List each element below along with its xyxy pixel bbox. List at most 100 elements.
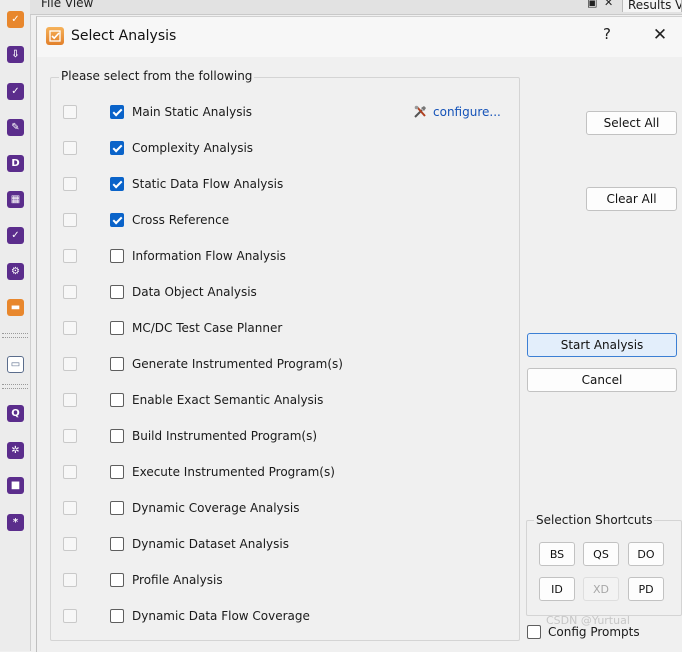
option-secondary-checkbox (63, 213, 77, 227)
analysis-option-row[interactable]: Execute Instrumented Program(s) (37, 462, 517, 484)
download-icon[interactable]: ⇩ (7, 46, 24, 63)
analysis-option-row[interactable]: Generate Instrumented Program(s) (37, 354, 517, 376)
option-secondary-checkbox (63, 429, 77, 443)
eraser-icon[interactable]: ▬ (7, 299, 24, 316)
config-prompts-label: Config Prompts (548, 625, 640, 639)
pane-close-icon[interactable]: ✕ (604, 0, 613, 9)
option-checkbox[interactable] (110, 429, 124, 443)
shortcut-button-do[interactable]: DO (628, 542, 664, 566)
option-secondary-checkbox (63, 609, 77, 623)
option-label: Execute Instrumented Program(s) (132, 465, 335, 479)
dialog-titlebar: Select Analysis ? ✕ (37, 17, 682, 57)
option-label: Build Instrumented Program(s) (132, 429, 318, 443)
option-checkbox[interactable] (110, 465, 124, 479)
option-secondary-checkbox (63, 321, 77, 335)
analysis-option-row[interactable]: Build Instrumented Program(s) (37, 426, 517, 448)
help-button[interactable]: ? (597, 25, 617, 47)
option-secondary-checkbox (63, 465, 77, 479)
option-label: MC/DC Test Case Planner (132, 321, 283, 335)
option-label: Main Static Analysis (132, 105, 253, 119)
analysis-option-row[interactable]: Dynamic Coverage Analysis (37, 498, 517, 520)
left-toolbar: ✓ ⇩ ✓ ✎ D ▦ ✓ ⚙ ▬ ▭ Q ✲ ■ * (0, 0, 31, 651)
option-label: Enable Exact Semantic Analysis (132, 393, 324, 407)
option-checkbox[interactable] (110, 537, 124, 551)
background-pane-header (30, 0, 682, 15)
cancel-button[interactable]: Cancel (527, 368, 677, 392)
analysis-option-row[interactable]: Complexity Analysis (37, 138, 517, 160)
toolbar-separator (2, 337, 28, 338)
analysis-option-row[interactable]: Static Data Flow Analysis (37, 174, 517, 196)
shortcut-button-xd: XD (583, 577, 619, 601)
analysis-option-row[interactable]: Dynamic Dataset Analysis (37, 534, 517, 556)
option-checkbox[interactable] (110, 357, 124, 371)
option-checkbox[interactable] (110, 177, 124, 191)
option-secondary-checkbox (63, 393, 77, 407)
report-icon[interactable]: D (7, 155, 24, 172)
config-prompts-checkbox[interactable] (527, 625, 541, 639)
window-icon[interactable]: ▭ (7, 356, 24, 373)
option-label: Generate Instrumented Program(s) (132, 357, 343, 371)
option-checkbox[interactable] (110, 285, 124, 299)
select-all-button[interactable]: Select All (586, 111, 677, 135)
pane-dock-icon[interactable]: ▣ (587, 0, 597, 9)
analysis-option-row[interactable]: Dynamic Data Flow Coverage (37, 606, 517, 628)
select-analysis-dialog: Select Analysis ? ✕ Please select from t… (36, 16, 682, 652)
option-secondary-checkbox (63, 105, 77, 119)
check-error-icon[interactable]: ✓ (7, 227, 24, 244)
option-checkbox[interactable] (110, 105, 124, 119)
option-label: Profile Analysis (132, 573, 223, 587)
configure-label: configure... (433, 105, 501, 119)
option-label: Static Data Flow Analysis (132, 177, 284, 191)
analysis-option-row[interactable]: Enable Exact Semantic Analysis (37, 390, 517, 412)
settings-icon[interactable]: ⚙ (7, 263, 24, 280)
analysis-option-row[interactable]: Data Object Analysis (37, 282, 517, 304)
close-button[interactable]: ✕ (648, 25, 672, 47)
option-checkbox[interactable] (110, 573, 124, 587)
option-checkbox[interactable] (110, 609, 124, 623)
option-checkbox[interactable] (110, 213, 124, 227)
edit-check-icon[interactable]: ✎ (7, 119, 24, 136)
option-secondary-checkbox (63, 285, 77, 299)
app-icon (46, 27, 64, 45)
tools-icon (414, 105, 426, 118)
dialog-title: Select Analysis (71, 28, 177, 44)
results-tab[interactable]: Results V (622, 0, 682, 12)
option-checkbox[interactable] (110, 141, 124, 155)
analysis-icon[interactable]: ✓ (7, 11, 24, 28)
option-label: Cross Reference (132, 213, 230, 227)
watermark: CSDN @Yurtual (546, 614, 630, 627)
check-list-icon[interactable]: ✓ (7, 83, 24, 100)
analysis-option-row[interactable]: MC/DC Test Case Planner (37, 318, 517, 340)
analysis-option-row[interactable]: Profile Analysis (37, 570, 517, 592)
option-label: Data Object Analysis (132, 285, 257, 299)
configure-link[interactable]: configure... (413, 105, 501, 119)
option-checkbox[interactable] (110, 501, 124, 515)
start-analysis-button[interactable]: Start Analysis (527, 333, 677, 357)
bug-icon[interactable]: ✲ (7, 442, 24, 459)
option-checkbox[interactable] (110, 249, 124, 263)
option-checkbox[interactable] (110, 393, 124, 407)
shortcut-button-id[interactable]: ID (539, 577, 575, 601)
grid-icon[interactable]: ▦ (7, 191, 24, 208)
group-title: Please select from the following (59, 69, 255, 83)
option-label: Dynamic Dataset Analysis (132, 537, 289, 551)
option-secondary-checkbox (63, 573, 77, 587)
option-label: Dynamic Coverage Analysis (132, 501, 300, 515)
option-label: Dynamic Data Flow Coverage (132, 609, 310, 623)
clear-all-button[interactable]: Clear All (586, 187, 677, 211)
option-secondary-checkbox (63, 537, 77, 551)
shortcut-button-pd[interactable]: PD (628, 577, 664, 601)
option-checkbox[interactable] (110, 321, 124, 335)
file-view-label: File View (41, 0, 94, 10)
option-secondary-checkbox (63, 141, 77, 155)
selection-shortcuts-group (526, 520, 682, 616)
shortcut-button-qs[interactable]: QS (583, 542, 619, 566)
option-secondary-checkbox (63, 249, 77, 263)
analysis-option-row[interactable]: Cross Reference (37, 210, 517, 232)
asterisk-icon[interactable]: * (7, 514, 24, 531)
query-icon[interactable]: Q (7, 405, 24, 422)
lock-icon[interactable]: ■ (7, 477, 24, 494)
toolbar-separator (2, 333, 28, 334)
shortcut-button-bs[interactable]: BS (539, 542, 575, 566)
analysis-option-row[interactable]: Information Flow Analysis (37, 246, 517, 268)
